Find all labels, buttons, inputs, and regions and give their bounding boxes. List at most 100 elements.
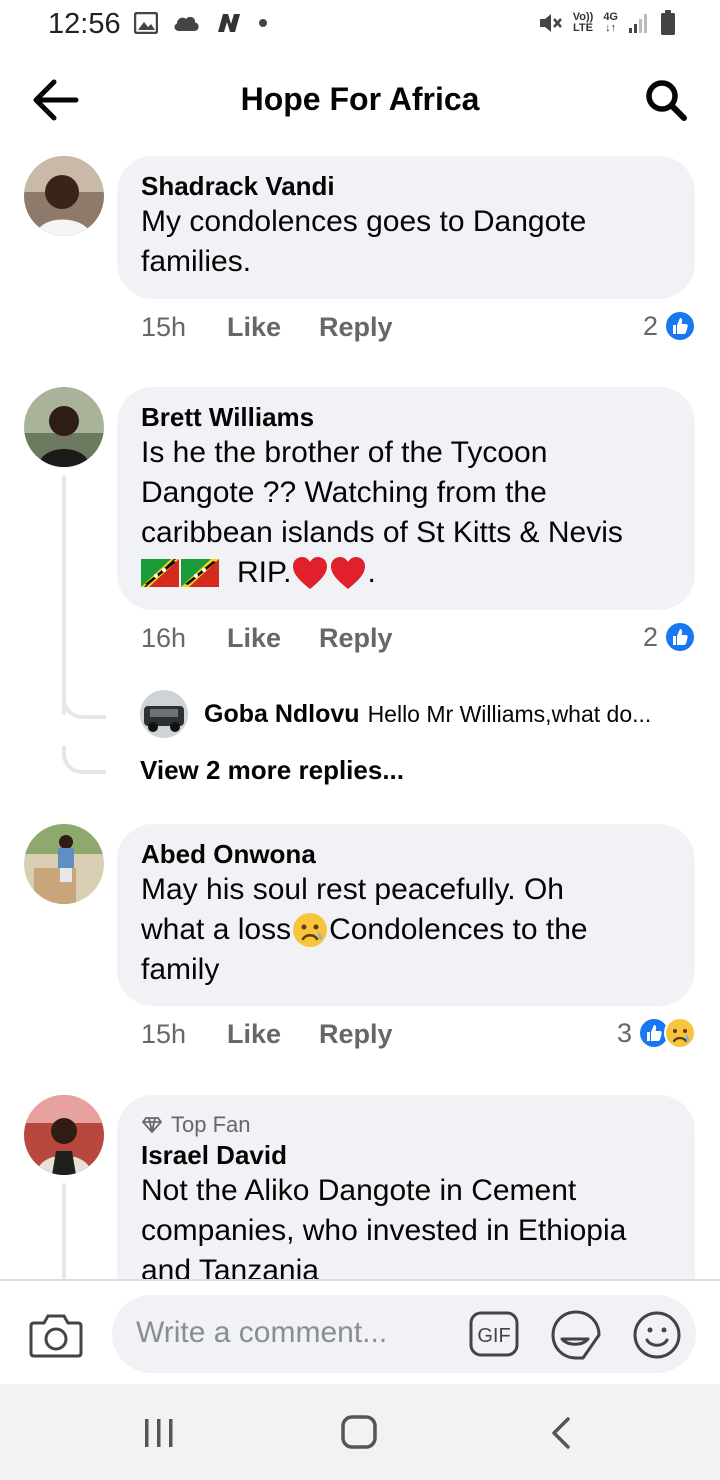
comment-input[interactable]: Write a comment... GIF xyxy=(112,1295,696,1373)
comment-text-line: what a loss Condolences to the xyxy=(141,910,671,950)
comment-composer: Write a comment... GIF xyxy=(0,1279,720,1386)
comment-bubble[interactable]: Shadrack Vandi My condolences goes to Da… xyxy=(117,156,695,299)
comment-actions: 15h Like Reply xyxy=(141,312,393,343)
avatar[interactable] xyxy=(24,387,104,467)
system-back-button[interactable] xyxy=(548,1416,574,1450)
comment-text-line: RIP. . xyxy=(141,553,671,593)
comment-actions: 15h Like Reply xyxy=(141,1019,393,1050)
thread-connector xyxy=(62,691,106,719)
sticker-icon xyxy=(551,1310,601,1360)
comment-bubble[interactable]: Brett Williams Is he the brother of the … xyxy=(117,387,695,610)
reaction-summary[interactable]: 3 xyxy=(617,1017,696,1049)
flag-icon xyxy=(181,559,219,587)
comment-text-line: My condolences goes to Dangote xyxy=(141,205,587,238)
comment-text-line: May his soul rest peacefully. Oh xyxy=(141,873,564,906)
like-reaction-icon xyxy=(664,310,696,342)
dot-icon xyxy=(259,19,267,27)
cloud-icon xyxy=(174,16,199,31)
heart-icon xyxy=(293,557,328,589)
home-button[interactable] xyxy=(340,1414,378,1450)
search-button[interactable] xyxy=(642,76,690,124)
camera-button[interactable] xyxy=(28,1311,84,1359)
reply-text: Hello Mr Williams,what do... xyxy=(367,700,652,727)
comment-author[interactable]: Israel David xyxy=(141,1139,671,1171)
comment-text-fragment: what a loss xyxy=(141,913,292,946)
avatar[interactable] xyxy=(24,824,104,904)
reaction-count: 2 xyxy=(642,621,658,652)
sad-face-emoji-icon xyxy=(293,913,328,947)
flag-icon xyxy=(141,559,179,587)
comment-time: 15h xyxy=(141,1019,187,1049)
comment-time: 15h xyxy=(141,312,187,342)
comment-text-fragment: Condolences to the xyxy=(329,913,588,946)
home-icon xyxy=(341,1415,377,1449)
reaction-count: 3 xyxy=(616,1017,632,1048)
page-title: Hope For Africa xyxy=(240,81,480,117)
reply-button[interactable]: Reply xyxy=(319,1019,393,1050)
reaction-summary[interactable]: 2 xyxy=(643,621,696,653)
emoji-icon xyxy=(633,1311,681,1359)
gif-label: GIF xyxy=(477,1325,510,1347)
view-more-replies-link[interactable]: View 2 more replies... xyxy=(140,755,404,786)
heart-icon xyxy=(331,557,366,589)
comment-text-fragment: RIP. xyxy=(237,556,292,589)
recent-apps-button[interactable] xyxy=(142,1418,176,1448)
diamond-icon xyxy=(142,1117,162,1133)
n-app-icon xyxy=(218,14,240,32)
reply-author[interactable]: Goba Ndlovu xyxy=(204,700,360,729)
reaction-summary[interactable]: 2 xyxy=(643,310,696,342)
emoji-button[interactable] xyxy=(631,1309,683,1361)
comment-text-line: Dangote ?? Watching from the xyxy=(141,476,547,509)
like-button[interactable]: Like xyxy=(227,623,319,654)
comment-author[interactable]: Abed Onwona xyxy=(141,838,671,870)
comment-text-line: family xyxy=(141,953,220,986)
comment-time: 16h xyxy=(141,623,187,653)
thread-line xyxy=(62,475,66,715)
status-time: 12:56 xyxy=(48,8,121,40)
comment-text-line: caribbean islands of St Kitts & Nevis xyxy=(141,516,623,549)
sticker-button[interactable] xyxy=(550,1309,602,1361)
mute-icon xyxy=(539,14,562,32)
app-header: Hope For Africa xyxy=(0,60,720,140)
battery-icon xyxy=(661,10,675,35)
top-fan-label: Top Fan xyxy=(171,1112,251,1137)
comment-actions: 16h Like Reply xyxy=(141,623,393,654)
reply-button[interactable]: Reply xyxy=(319,623,393,654)
search-icon xyxy=(646,80,687,121)
comment-text-fragment: . xyxy=(367,556,376,589)
comment-text-line: companies, who invested in Ethiopia xyxy=(141,1214,627,1247)
volte-indicator: Vo)) LTE xyxy=(572,11,594,34)
reply-avatar[interactable] xyxy=(140,690,188,738)
sad-reaction-icon xyxy=(664,1017,696,1049)
top-fan-badge: Top Fan xyxy=(141,1111,671,1139)
status-bar: 12:56 Vo)) LTE 4G ↓↑ xyxy=(0,0,720,52)
gif-button[interactable]: GIF xyxy=(469,1311,519,1357)
comment-text-line: Not the Aliko Dangote in Cement xyxy=(141,1174,577,1207)
comment-bubble[interactable]: Top Fan Israel David Not the Aliko Dango… xyxy=(117,1095,695,1279)
back-chevron-icon xyxy=(552,1417,570,1449)
thread-line xyxy=(62,1183,66,1279)
camera-icon xyxy=(29,1314,83,1358)
comment-author[interactable]: Shadrack Vandi xyxy=(141,170,671,202)
reaction-count: 2 xyxy=(642,310,658,341)
gif-icon: GIF xyxy=(469,1311,519,1357)
comment-text-line: families. xyxy=(141,245,252,278)
comment-input-placeholder: Write a comment... xyxy=(136,1316,388,1349)
signal-icon xyxy=(629,14,647,33)
avatar[interactable] xyxy=(24,1095,104,1175)
network-indicator: 4G ↓↑ xyxy=(603,11,618,34)
comment-text-line: Is he the brother of the Tycoon xyxy=(141,436,548,469)
comment-author[interactable]: Brett Williams xyxy=(141,401,671,433)
thread-connector xyxy=(62,746,106,774)
like-button[interactable]: Like xyxy=(227,312,319,343)
reply-button[interactable]: Reply xyxy=(319,312,393,343)
like-reaction-icon xyxy=(664,621,696,653)
image-icon xyxy=(134,12,158,34)
reply-preview[interactable]: Goba Ndlovu Hello Mr Williams,what do... xyxy=(140,690,651,738)
comment-bubble[interactable]: Abed Onwona May his soul rest peacefully… xyxy=(117,824,695,1006)
system-nav-bar xyxy=(0,1384,720,1480)
avatar[interactable] xyxy=(24,156,104,236)
recent-apps-icon xyxy=(145,1419,173,1447)
like-button[interactable]: Like xyxy=(227,1019,319,1050)
comment-text-line: and Tanzania xyxy=(141,1254,319,1279)
